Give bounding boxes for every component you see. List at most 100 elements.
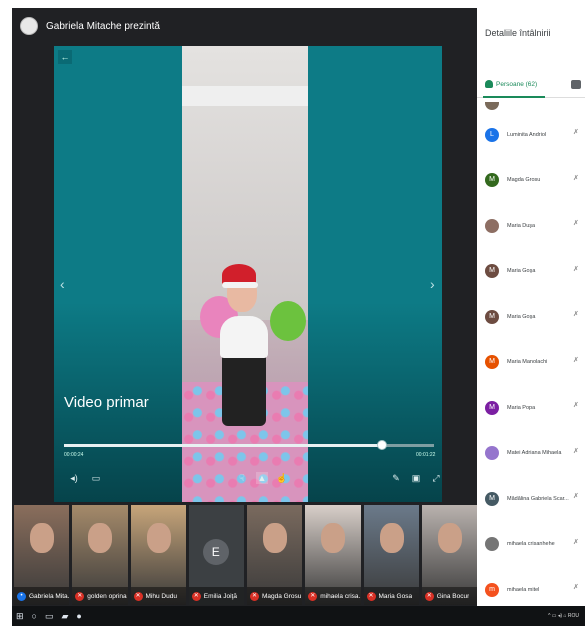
captions-icon[interactable]: ▭ bbox=[90, 472, 102, 484]
list-item[interactable]: M Maria Goşa ✗ bbox=[477, 294, 585, 340]
list-item[interactable]: m mihaela mitel ✗ bbox=[477, 567, 585, 606]
video-frame bbox=[182, 46, 308, 502]
reaction-controls: ☟ ▲ ☝ bbox=[236, 472, 288, 484]
participant-video bbox=[88, 523, 113, 553]
participant-name: Magda Grosu bbox=[262, 592, 302, 600]
time-total: 00:01:22 bbox=[416, 452, 436, 458]
chrome-icon[interactable]: ● bbox=[76, 611, 81, 621]
mic-off-icon[interactable]: ✗ bbox=[573, 310, 579, 318]
panel-tabs: Persoane (62) bbox=[477, 72, 585, 98]
participant-tile[interactable]: ✕ Magda Grosu bbox=[247, 505, 303, 605]
tab-people[interactable]: Persoane (62) bbox=[485, 80, 537, 88]
participant-tile[interactable]: • Gabriela Mita... bbox=[14, 505, 70, 605]
chevron-right-icon[interactable]: › bbox=[430, 276, 435, 292]
person-name: Luminita Andriol bbox=[507, 131, 547, 138]
participant-video bbox=[30, 523, 54, 553]
avatar: M bbox=[485, 355, 499, 370]
participant-tile[interactable]: E ✕ Emilia Joiţă bbox=[188, 505, 244, 605]
mic-off-icon[interactable]: ✗ bbox=[573, 219, 579, 227]
playback-controls-right: ✎ ▣ ⤢ ⋯ bbox=[390, 472, 442, 484]
avatar bbox=[485, 537, 499, 552]
list-item[interactable]: L Luminita Andriol ✗ bbox=[477, 112, 585, 158]
presenter-header: Gabriela Mitache prezintă bbox=[12, 8, 477, 44]
list-item[interactable]: Matei Adriana Mihaela ✗ bbox=[477, 431, 585, 477]
list-item[interactable]: M Maria Manolachi ✗ bbox=[477, 340, 585, 386]
presentation-stage: ← ‹ › Video primar 00:00:24 00:01:22 ◂) … bbox=[54, 46, 442, 502]
mic-off-icon: ✕ bbox=[75, 591, 85, 601]
mic-off-icon: ✕ bbox=[366, 591, 376, 601]
mic-on-icon: • bbox=[17, 591, 26, 601]
list-item[interactable]: Maria Duşa ✗ bbox=[477, 203, 585, 249]
mic-off-icon[interactable]: ✗ bbox=[573, 128, 579, 136]
mic-off-icon: ✕ bbox=[424, 591, 434, 601]
windows-start-icon[interactable]: ⊞ bbox=[16, 611, 24, 622]
avatar: m bbox=[485, 582, 499, 597]
participant-name: mihaela crisa... bbox=[320, 592, 361, 600]
mic-off-icon: ✕ bbox=[308, 591, 318, 601]
presenter-avatar bbox=[20, 17, 38, 35]
video-timeline[interactable] bbox=[64, 440, 434, 450]
participant-name: Mihu Dudu bbox=[145, 592, 177, 600]
pointer-icon[interactable]: ▲ bbox=[256, 472, 268, 484]
person-name: Maria Manolachi bbox=[507, 359, 548, 366]
file-explorer-icon[interactable]: ▰ bbox=[62, 611, 69, 622]
task-view-icon[interactable]: ▭ bbox=[45, 611, 54, 622]
system-tray[interactable]: ^ ▭ ◂) ⌂ ROU bbox=[548, 613, 585, 619]
list-item[interactable]: M Magda Grosu ✗ bbox=[477, 158, 585, 204]
person-name: Magda Grosu bbox=[507, 177, 541, 184]
mic-off-icon[interactable]: ✗ bbox=[573, 356, 579, 364]
search-icon[interactable]: ○ bbox=[32, 611, 37, 621]
mic-off-icon[interactable]: ✗ bbox=[573, 583, 579, 591]
participant-video bbox=[146, 523, 171, 553]
thumb-up-icon[interactable]: ☝ bbox=[276, 472, 288, 484]
expand-icon[interactable]: ⤢ bbox=[430, 472, 442, 484]
person-name: mihaela crisanhehe bbox=[507, 541, 555, 548]
list-item[interactable]: M Mădălina Gabriela Scar... ✗ bbox=[477, 476, 585, 522]
avatar: M bbox=[485, 309, 499, 324]
avatar bbox=[485, 446, 499, 461]
participant-name: Maria Gosa bbox=[378, 592, 413, 600]
participant-name: golden oprina bbox=[87, 592, 127, 600]
playback-controls-left: ◂) ▭ bbox=[68, 472, 102, 484]
avatar: M bbox=[485, 264, 499, 279]
mic-off-icon: ✕ bbox=[191, 591, 201, 601]
timeline-progress bbox=[64, 444, 383, 447]
participant-video bbox=[437, 523, 462, 553]
panel-title: Detaliile întâlnirii bbox=[485, 28, 551, 38]
list-item[interactable]: mihaela crisanhehe ✗ bbox=[477, 522, 585, 568]
time-elapsed: 00:00:24 bbox=[64, 452, 84, 458]
avatar: M bbox=[485, 173, 499, 188]
mic-off-icon[interactable]: ✗ bbox=[573, 401, 579, 409]
participant-name: Emilia Joiţă bbox=[203, 592, 237, 600]
mic-off-icon[interactable]: ✗ bbox=[573, 447, 579, 455]
chat-icon[interactable] bbox=[571, 80, 581, 89]
mic-off-icon[interactable]: ✗ bbox=[573, 265, 579, 273]
thumb-icon[interactable]: ☟ bbox=[236, 472, 248, 484]
participant-tile[interactable]: ✕ Gina Bocur bbox=[421, 505, 477, 605]
video-title: Video primar bbox=[64, 394, 149, 411]
back-arrow-icon[interactable]: ← bbox=[58, 50, 72, 64]
participant-tile[interactable]: ✕ Maria Gosa bbox=[363, 505, 419, 605]
people-icon bbox=[485, 80, 493, 88]
participant-tile[interactable]: ✕ golden oprina bbox=[72, 505, 128, 605]
volume-icon[interactable]: ◂) bbox=[68, 472, 80, 484]
meeting-details-panel: Detaliile întâlnirii Persoane (62) L Lumi… bbox=[477, 8, 585, 606]
participant-tile[interactable]: ✕ Mihu Dudu bbox=[130, 505, 186, 605]
mic-off-icon: ✕ bbox=[133, 591, 143, 601]
mic-off-icon[interactable]: ✗ bbox=[573, 538, 579, 546]
meet-window: Gabriela Mitache prezintă ← ‹ › Video pr… bbox=[12, 8, 585, 626]
chevron-left-icon[interactable]: ‹ bbox=[60, 276, 65, 292]
participant-tile[interactable]: ✕ mihaela crisa... bbox=[305, 505, 361, 605]
participant-video bbox=[379, 523, 404, 553]
mic-off-icon[interactable]: ✗ bbox=[573, 492, 579, 500]
participant-name: Gina Bocur bbox=[436, 592, 470, 600]
windows-taskbar: ⊞ ○ ▭ ▰ ● ^ ▭ ◂) ⌂ ROU bbox=[12, 606, 585, 626]
list-item[interactable]: M Maria Goşa ✗ bbox=[477, 249, 585, 295]
list-item[interactable]: M Maria Popa ✗ bbox=[477, 385, 585, 431]
mic-off-icon[interactable]: ✗ bbox=[573, 174, 579, 182]
pen-icon[interactable]: ✎ bbox=[390, 472, 402, 484]
avatar: M bbox=[485, 400, 499, 415]
person-name: Matei Adriana Mihaela bbox=[507, 450, 562, 457]
screen-icon[interactable]: ▣ bbox=[410, 472, 422, 484]
participant-name: Gabriela Mita... bbox=[29, 592, 70, 600]
